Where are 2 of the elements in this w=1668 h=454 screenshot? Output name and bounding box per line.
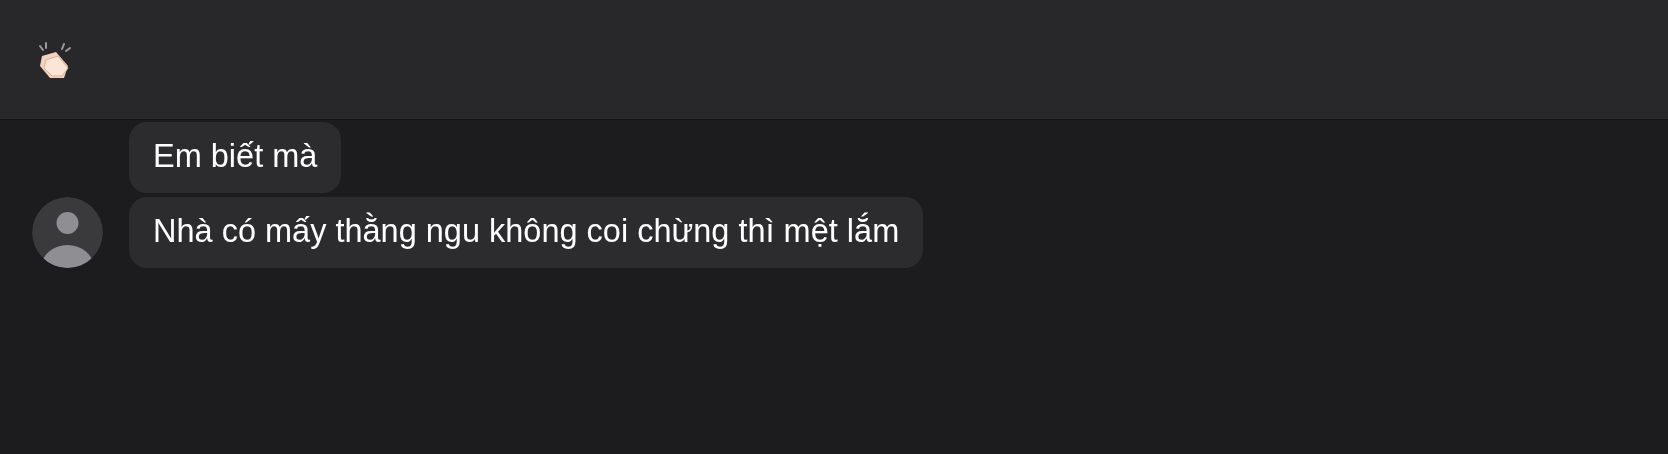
message-bubble: Nhà có mấy thằng ngu không coi chừng thì mệt lắm	[129, 197, 924, 268]
message-bubble: Em biết mà	[129, 122, 342, 193]
